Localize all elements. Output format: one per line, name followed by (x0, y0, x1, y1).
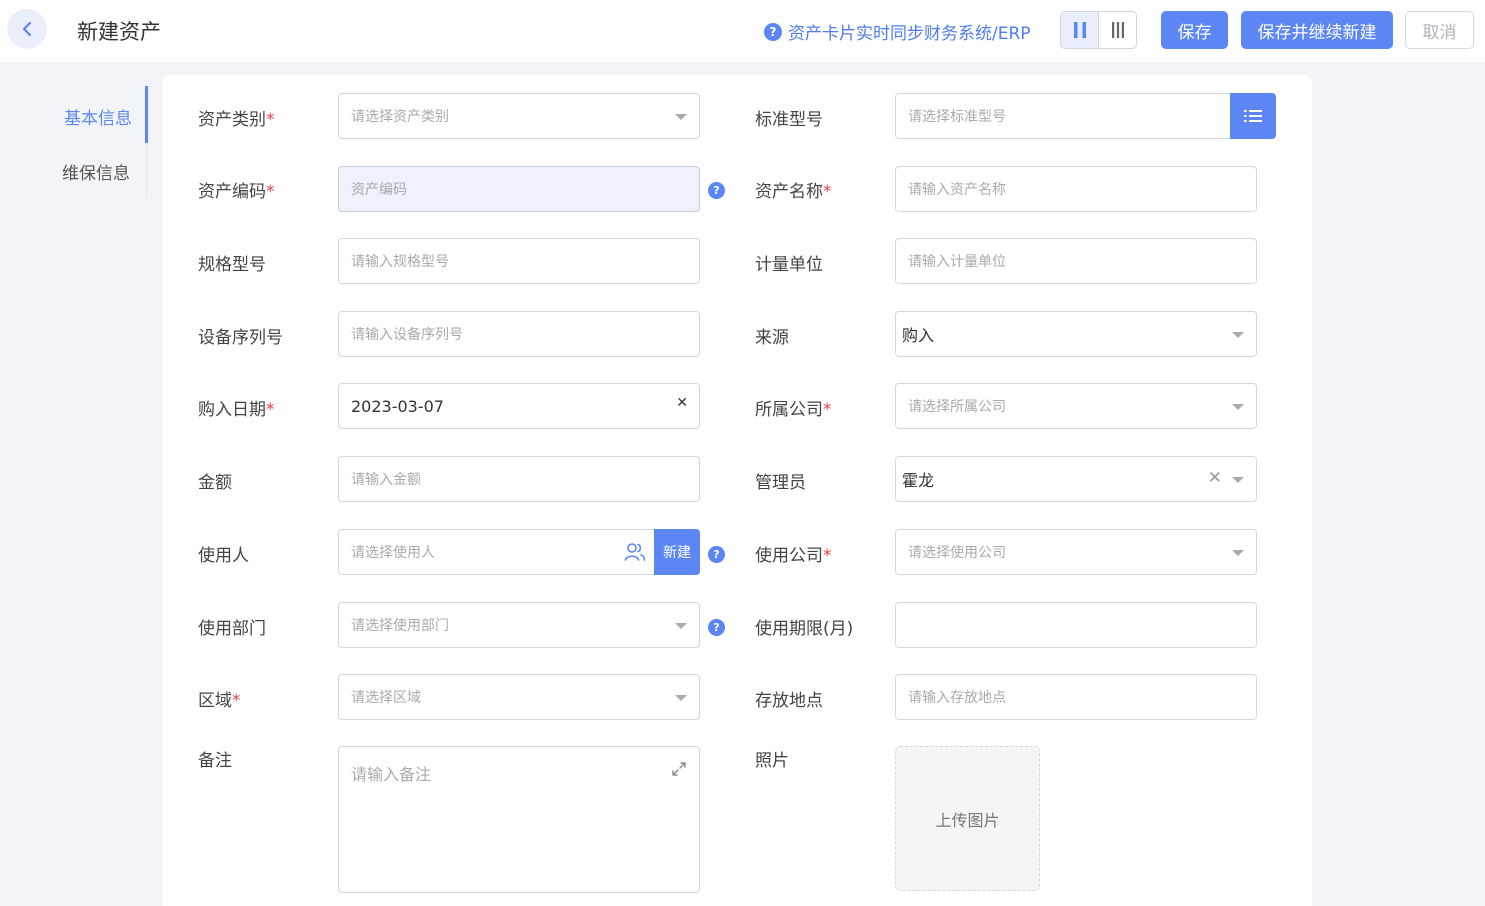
spec-model-placeholder: 请输入规格型号 (351, 254, 449, 270)
source-label: 来源 (755, 328, 789, 348)
chevron-down-icon (675, 695, 687, 701)
location-placeholder: 请输入存放地点 (908, 690, 1006, 706)
use-company-label: 使用公司* (755, 546, 832, 566)
top-bar: 新建资产 ? 资产卡片实时同步财务系统/ERP 保存 保存并继续新建 取消 (0, 0, 1485, 62)
save-and-new-button[interactable]: 保存并继续新建 (1241, 11, 1393, 49)
manager-label: 管理员 (755, 473, 806, 493)
region-label: 区域* (198, 691, 241, 711)
page-title: 新建资产 (77, 20, 161, 44)
clear-date-icon[interactable]: ✕ (676, 395, 688, 411)
user-select[interactable]: 请选择使用人 新建 (338, 529, 700, 575)
department-label: 使用部门 (198, 619, 266, 639)
manager-value: 霍龙 (902, 471, 935, 490)
chevron-down-icon (1232, 550, 1244, 556)
remark-label: 备注 (198, 751, 232, 771)
department-select[interactable]: 请选择使用部门 (338, 602, 700, 648)
chevron-down-icon (675, 623, 687, 629)
asset-code-help-icon[interactable]: ? (708, 182, 725, 199)
nav-item-basic-info[interactable]: 基本信息 (64, 104, 132, 129)
asset-category-label: 资产类别* (198, 110, 275, 130)
department-placeholder: 请选择使用部门 (351, 618, 449, 634)
location-label: 存放地点 (755, 691, 823, 711)
manager-select[interactable]: 霍龙 ✕ (895, 456, 1257, 502)
source-value: 购入 (902, 326, 935, 345)
region-select[interactable]: 请选择区域 (338, 674, 700, 720)
chevron-down-icon (1232, 404, 1244, 410)
asset-code-input[interactable]: 资产编码 (338, 166, 700, 212)
spec-model-input[interactable]: 请输入规格型号 (338, 238, 700, 284)
three-columns-icon (1111, 22, 1124, 38)
asset-name-input[interactable]: 请输入资产名称 (895, 166, 1257, 212)
help-icon: ? (764, 22, 782, 41)
active-nav-indicator (145, 86, 148, 143)
upload-photo-area[interactable]: 上传图片 (895, 746, 1040, 891)
serial-no-placeholder: 请输入设备序列号 (351, 327, 463, 343)
department-help-icon[interactable]: ? (708, 619, 725, 636)
clear-manager-icon[interactable]: ✕ (1208, 468, 1222, 488)
user-label: 使用人 (198, 546, 249, 566)
chevron-down-icon (675, 114, 687, 120)
photo-label: 照片 (755, 751, 789, 771)
purchase-date-value: 2023-03-07 (351, 396, 444, 416)
asset-category-placeholder: 请选择资产类别 (351, 109, 449, 125)
chevron-down-icon (1232, 332, 1244, 338)
asset-code-placeholder: 资产编码 (351, 182, 407, 198)
back-button[interactable] (7, 9, 47, 49)
use-company-select[interactable]: 请选择使用公司 (895, 529, 1257, 575)
unit-label: 计量单位 (755, 255, 823, 275)
user-help-icon[interactable]: ? (708, 546, 725, 563)
two-columns-icon (1073, 22, 1086, 38)
standard-model-placeholder: 请选择标准型号 (908, 109, 1006, 125)
asset-name-label: 资产名称* (755, 182, 832, 202)
location-input[interactable]: 请输入存放地点 (895, 674, 1257, 720)
asset-name-placeholder: 请输入资产名称 (908, 182, 1006, 198)
company-select[interactable]: 请选择所属公司 (895, 383, 1257, 429)
nav-divider (146, 143, 147, 197)
new-user-button[interactable]: 新建 (654, 529, 700, 575)
company-placeholder: 请选择所属公司 (908, 399, 1006, 415)
amount-placeholder: 请输入金额 (351, 472, 421, 488)
spec-model-label: 规格型号 (198, 255, 266, 275)
asset-category-select[interactable]: 请选择资产类别 (338, 93, 700, 139)
three-column-layout-button[interactable] (1099, 12, 1136, 48)
unit-input[interactable]: 请输入计量单位 (895, 238, 1257, 284)
purchase-date-label: 购入日期* (198, 400, 275, 420)
standard-model-label: 标准型号 (755, 110, 823, 130)
asset-code-label: 资产编码* (198, 182, 275, 202)
serial-no-input[interactable]: 请输入设备序列号 (338, 311, 700, 357)
source-select[interactable]: 购入 (895, 311, 1257, 357)
sync-erp-link[interactable]: ? 资产卡片实时同步财务系统/ERP (764, 19, 1031, 44)
unit-placeholder: 请输入计量单位 (908, 254, 1006, 270)
sync-erp-label: 资产卡片实时同步财务系统/ERP (788, 24, 1031, 44)
asset-form: 资产类别* 请选择资产类别 标准型号 请选择标准型号 资产编码* 资产编码 ? … (162, 75, 1312, 906)
save-button[interactable]: 保存 (1161, 11, 1228, 49)
user-placeholder: 请选择使用人 (351, 545, 435, 561)
column-layout-toggle (1060, 11, 1137, 49)
standard-model-list-button[interactable] (1230, 93, 1276, 139)
amount-label: 金额 (198, 473, 232, 493)
chevron-left-icon (22, 21, 32, 37)
users-icon[interactable] (624, 542, 646, 562)
serial-no-label: 设备序列号 (198, 328, 283, 348)
cancel-button[interactable]: 取消 (1405, 11, 1474, 49)
company-label: 所属公司* (755, 400, 832, 420)
region-placeholder: 请选择区域 (351, 690, 421, 706)
nav-item-maintenance-info[interactable]: 维保信息 (62, 159, 130, 184)
use-period-input[interactable] (895, 602, 1257, 648)
expand-icon[interactable] (671, 761, 687, 777)
remark-placeholder: 请输入备注 (351, 765, 432, 784)
chevron-down-icon (1232, 477, 1244, 483)
use-period-label: 使用期限(月) (755, 619, 854, 639)
list-icon (1244, 110, 1262, 122)
remark-textarea[interactable]: 请输入备注 (338, 746, 700, 893)
standard-model-select[interactable]: 请选择标准型号 (895, 93, 1276, 139)
amount-input[interactable]: 请输入金额 (338, 456, 700, 502)
use-company-placeholder: 请选择使用公司 (908, 545, 1006, 561)
two-column-layout-button[interactable] (1061, 12, 1099, 48)
purchase-date-picker[interactable]: 2023-03-07 ✕ (338, 383, 700, 429)
